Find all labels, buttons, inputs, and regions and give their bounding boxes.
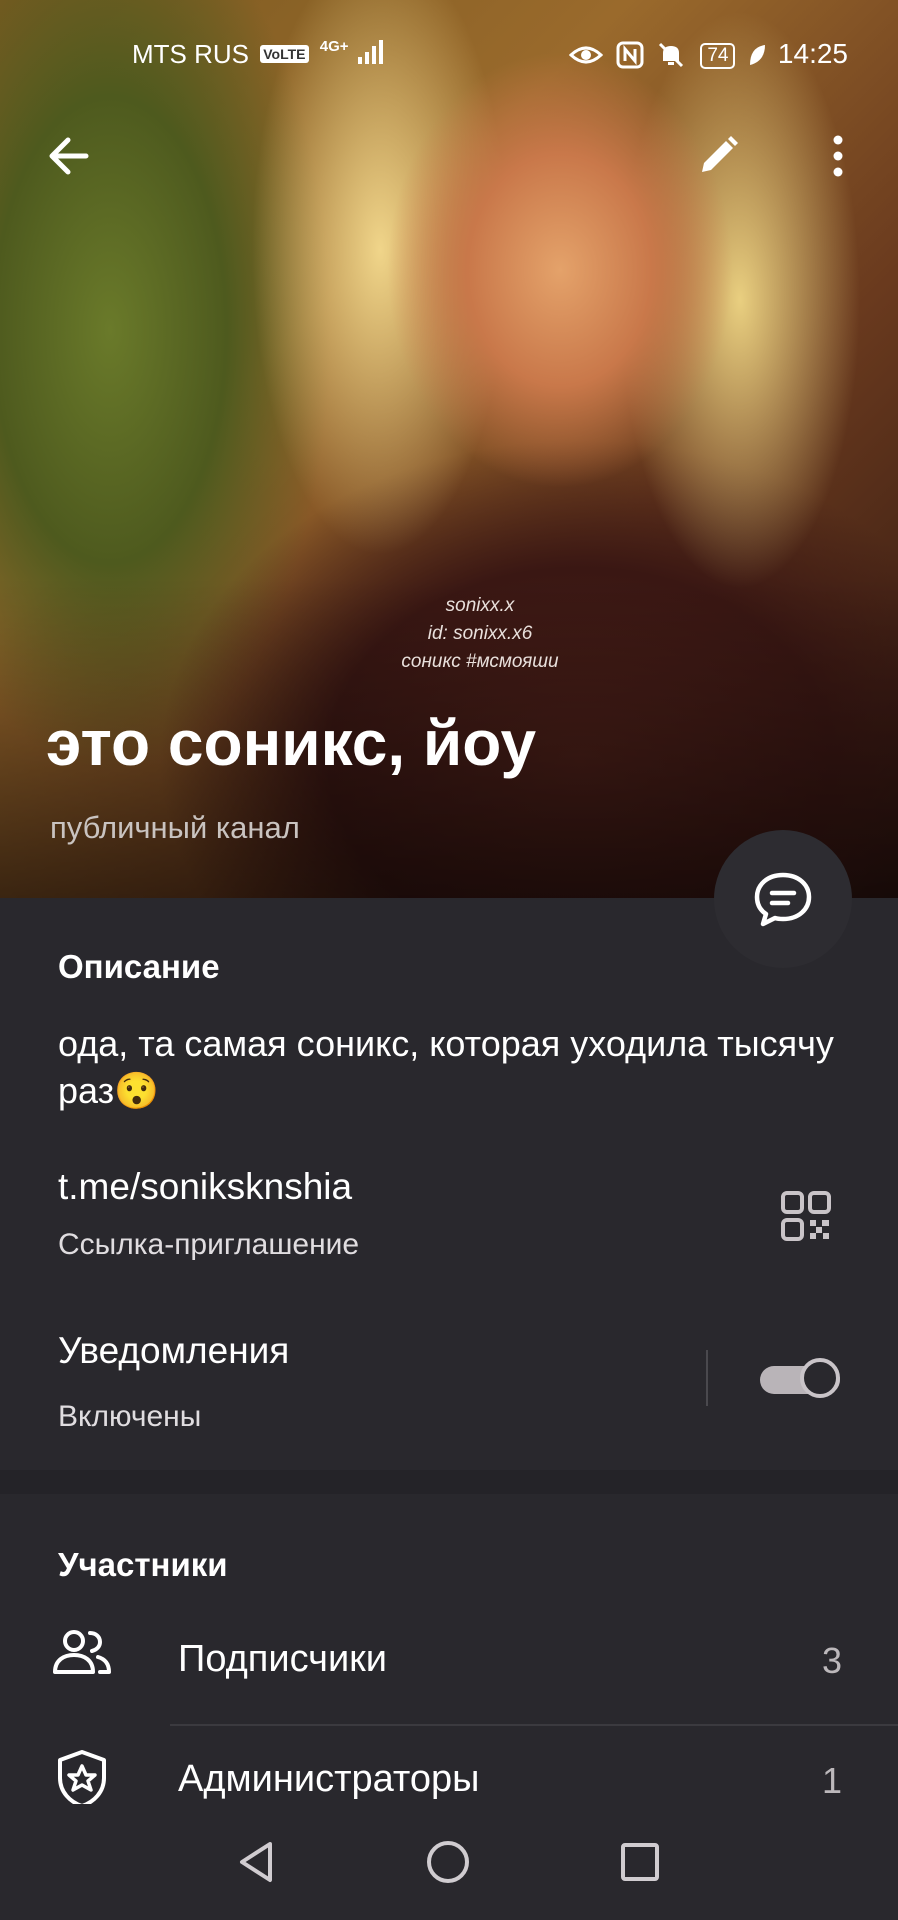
battery-indicator: 74 — [700, 43, 736, 69]
chat-bubble-icon — [754, 872, 812, 927]
row-label: Подписчики — [178, 1638, 388, 1680]
carrier-info: MTS RUS VoLTE 4G+ — [132, 38, 386, 70]
arrow-left-icon — [49, 137, 89, 175]
invite-link-label: Ссылка-приглашение — [58, 1228, 360, 1261]
row-count: 3 — [821, 1640, 842, 1681]
signal-icon — [357, 40, 383, 64]
channel-type: публичный канал — [50, 810, 300, 845]
members-section: Участники Подписчики 3 Администраторы 1 — [0, 1494, 898, 1808]
nfc-icon — [616, 41, 644, 69]
edit-button[interactable] — [686, 124, 750, 188]
toggle-knob — [800, 1358, 840, 1398]
shirt-print-text: sonixx.x id: sonixx.x6 соникс #мсмояши — [380, 592, 580, 676]
mute-bell-icon — [659, 42, 684, 68]
system-navigation-bar — [0, 1804, 898, 1920]
status-icons: 74 14:25 — [568, 38, 848, 70]
description-heading: Описание — [58, 948, 220, 985]
info-section: Описание ода, та самая соникс, которая у… — [0, 898, 898, 1470]
notifications-status: Включены — [58, 1400, 202, 1433]
more-button[interactable] — [806, 124, 870, 188]
back-button[interactable] — [36, 124, 100, 188]
nav-back-button[interactable] — [226, 1832, 286, 1892]
users-icon — [53, 1630, 111, 1674]
notifications-label[interactable]: Уведомления — [58, 1330, 289, 1372]
nav-home-button[interactable] — [418, 1832, 478, 1892]
shirt-line: соникс #мсмояши — [401, 651, 559, 672]
shirt-line: sonixx.x — [445, 595, 515, 616]
nav-recents-button[interactable] — [610, 1832, 670, 1892]
shield-star-icon — [58, 1750, 106, 1808]
description-text: ода, та самая соникс, которая уходила ты… — [58, 1023, 834, 1111]
eye-icon — [568, 46, 603, 64]
more-vertical-icon — [833, 135, 843, 177]
qr-code-button[interactable] — [780, 1190, 832, 1247]
notifications-toggle[interactable] — [760, 1356, 844, 1400]
members-heading: Участники — [58, 1546, 228, 1583]
clock: 14:25 — [777, 38, 848, 69]
leaf-icon — [749, 45, 765, 65]
volte-badge: VoLTE — [260, 45, 309, 63]
vertical-divider — [706, 1350, 708, 1406]
qr-code-icon — [781, 1191, 831, 1241]
triangle-back-icon — [240, 1842, 272, 1882]
row-label: Администраторы — [178, 1758, 480, 1800]
status-bar: MTS RUS VoLTE 4G+ 74 14:25 — [0, 28, 898, 76]
top-bar — [0, 120, 898, 192]
invite-link[interactable]: t.me/sonikskn​shia — [58, 1166, 352, 1208]
shirt-line: id: sonixx.x6 — [427, 623, 533, 644]
row-count: 1 — [821, 1760, 842, 1801]
chat-button[interactable] — [714, 830, 852, 968]
square-recents-icon — [621, 1843, 659, 1881]
circle-home-icon — [427, 1841, 469, 1883]
channel-title: это соникс, йоу — [46, 707, 537, 779]
pencil-icon — [702, 136, 738, 172]
network-type: 4G+ — [319, 38, 349, 55]
carrier-name: MTS RUS — [132, 39, 249, 69]
subscribers-row[interactable]: Подписчики 3 — [0, 1600, 898, 1720]
